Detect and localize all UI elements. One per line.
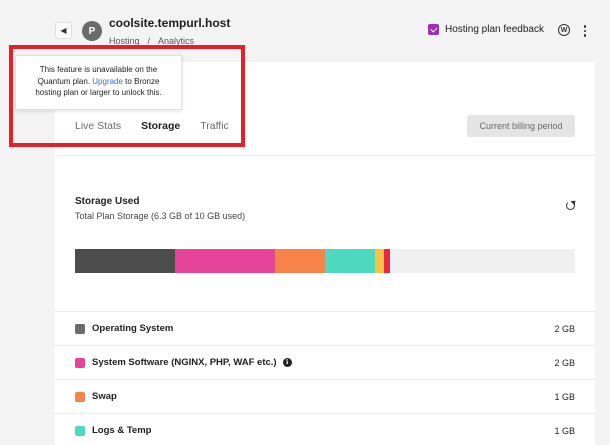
row-label: System Software (NGINX, PHP, WAF etc.) xyxy=(92,357,277,368)
refresh-icon[interactable] xyxy=(566,201,575,210)
feedback-label: Hosting plan feedback xyxy=(445,24,544,35)
storage-used-title: Storage Used xyxy=(75,196,140,207)
row-value: 1 GB xyxy=(554,391,575,402)
site-name: coolsite.tempurl.host xyxy=(109,16,231,30)
storage-segment xyxy=(383,249,390,273)
storage-used-subtitle: Total Plan Storage (6.3 GB of 10 GB used… xyxy=(75,211,246,221)
storage-row-logs-temp: Logs & Temp 1 GB xyxy=(55,413,595,445)
chevron-left-icon: ◀ xyxy=(60,26,67,35)
back-button[interactable]: ◀ xyxy=(55,22,72,39)
wordpress-icon[interactable]: W xyxy=(558,24,570,36)
storage-segment xyxy=(375,249,384,273)
feedback-icon xyxy=(428,24,439,35)
storage-segment xyxy=(175,249,275,273)
storage-usage-bar xyxy=(75,249,575,273)
hosting-plan-feedback-button[interactable]: Hosting plan feedback xyxy=(428,24,544,35)
storage-segment xyxy=(75,249,175,273)
row-label: Operating System xyxy=(92,323,174,334)
storage-row-system-software: System Software (NGINX, PHP, WAF etc.) i… xyxy=(55,345,595,379)
storage-segment xyxy=(275,249,325,273)
current-billing-period-button[interactable]: Current billing period xyxy=(467,115,575,137)
more-vertical-icon[interactable] xyxy=(580,23,590,39)
row-value: 1 GB xyxy=(554,425,575,436)
storage-row-operating-system: Operating System 2 GB xyxy=(55,311,595,345)
system-software-swatch xyxy=(75,357,85,368)
info-icon[interactable]: i xyxy=(282,358,292,367)
row-label-wrap: System Software (NGINX, PHP, WAF etc.) i xyxy=(92,357,292,368)
row-label: Logs & Temp xyxy=(92,425,152,436)
row-value: 2 GB xyxy=(554,357,575,368)
logs-temp-swatch xyxy=(75,425,85,436)
storage-segment xyxy=(325,249,375,273)
row-value: 2 GB xyxy=(554,323,575,334)
swap-swatch xyxy=(75,391,85,402)
storage-row-swap: Swap 1 GB xyxy=(55,379,595,413)
operating-system-swatch xyxy=(75,323,85,334)
highlight-box xyxy=(9,45,245,147)
row-label: Swap xyxy=(92,391,117,402)
divider xyxy=(55,155,595,156)
site-avatar: P xyxy=(82,21,102,41)
